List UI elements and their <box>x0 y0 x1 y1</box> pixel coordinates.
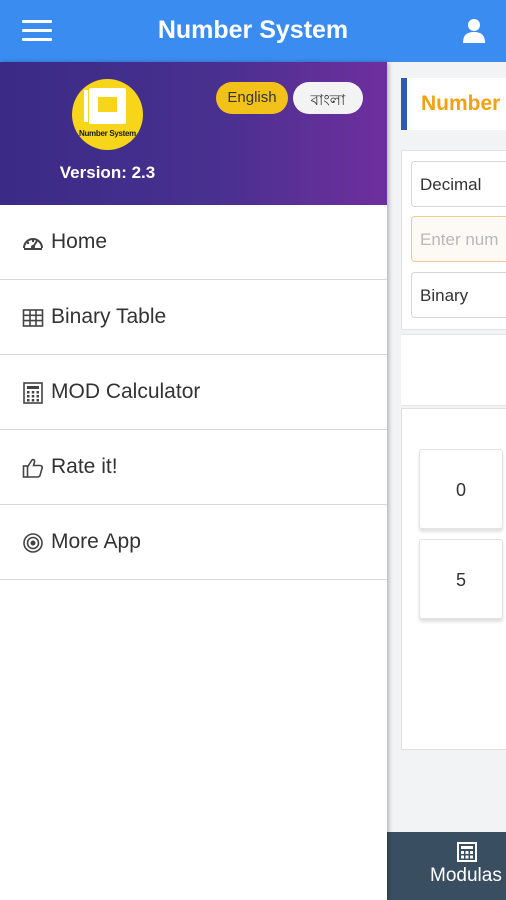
drawer-menu: Home Binary Table MOD Calculator Rate it… <box>0 205 387 580</box>
number-input[interactable]: Enter num <box>411 216 506 262</box>
drawer-item-binary-table[interactable]: Binary Table <box>0 280 387 355</box>
table-icon <box>22 307 44 329</box>
main-content: Number Decimal Enter num Binary 0 5 Modu… <box>387 62 506 900</box>
drawer-item-label: MOD Calculator <box>51 380 201 403</box>
dashboard-icon <box>22 232 44 254</box>
drawer-item-label: Home <box>51 230 108 253</box>
key-5[interactable]: 5 <box>419 539 503 619</box>
version-label: Version: 2.3 <box>59 163 156 182</box>
drawer-item-label: Binary Table <box>51 305 167 328</box>
thumbs-up-icon <box>22 457 44 479</box>
app-root: Number System Number Decimal Enter num B… <box>0 0 506 900</box>
keypad: 0 5 <box>401 408 506 750</box>
converter-card: Decimal Enter num Binary <box>401 150 506 330</box>
drawer-item-label: Rate it! <box>51 455 118 478</box>
section-title: Number <box>401 78 506 130</box>
drawer-item-mod-calculator[interactable]: MOD Calculator <box>0 355 387 430</box>
section-title-text: Number <box>421 92 501 115</box>
to-base-select[interactable]: Binary <box>411 272 506 318</box>
language-bangla-button[interactable]: বাংলা <box>293 82 363 114</box>
calculator-icon[interactable] <box>457 842 477 862</box>
result-panel <box>401 334 506 406</box>
user-icon[interactable] <box>462 18 486 44</box>
target-icon <box>22 532 44 554</box>
drawer-item-label: More App <box>51 530 141 553</box>
drawer-item-more-app[interactable]: More App <box>0 505 387 580</box>
app-logo: Number System <box>72 79 143 150</box>
logo-text: Number System <box>78 129 136 138</box>
language-english-button[interactable]: English <box>216 82 288 114</box>
drawer-item-rate-it[interactable]: Rate it! <box>0 430 387 505</box>
from-base-select[interactable]: Decimal <box>411 161 506 207</box>
navigation-drawer: Number System Version: 2.3 English বাংলা <box>0 62 387 900</box>
drawer-header: Number System Version: 2.3 English বাংলা <box>0 62 387 205</box>
bottom-nav: Modulas <box>387 832 506 900</box>
top-app-bar: Number System <box>0 0 506 62</box>
bottom-nav-label[interactable]: Modulas <box>430 865 502 887</box>
app-title: Number System <box>157 16 349 44</box>
calculator-icon <box>22 382 44 404</box>
key-0[interactable]: 0 <box>419 449 503 529</box>
drawer-item-home[interactable]: Home <box>0 205 387 280</box>
